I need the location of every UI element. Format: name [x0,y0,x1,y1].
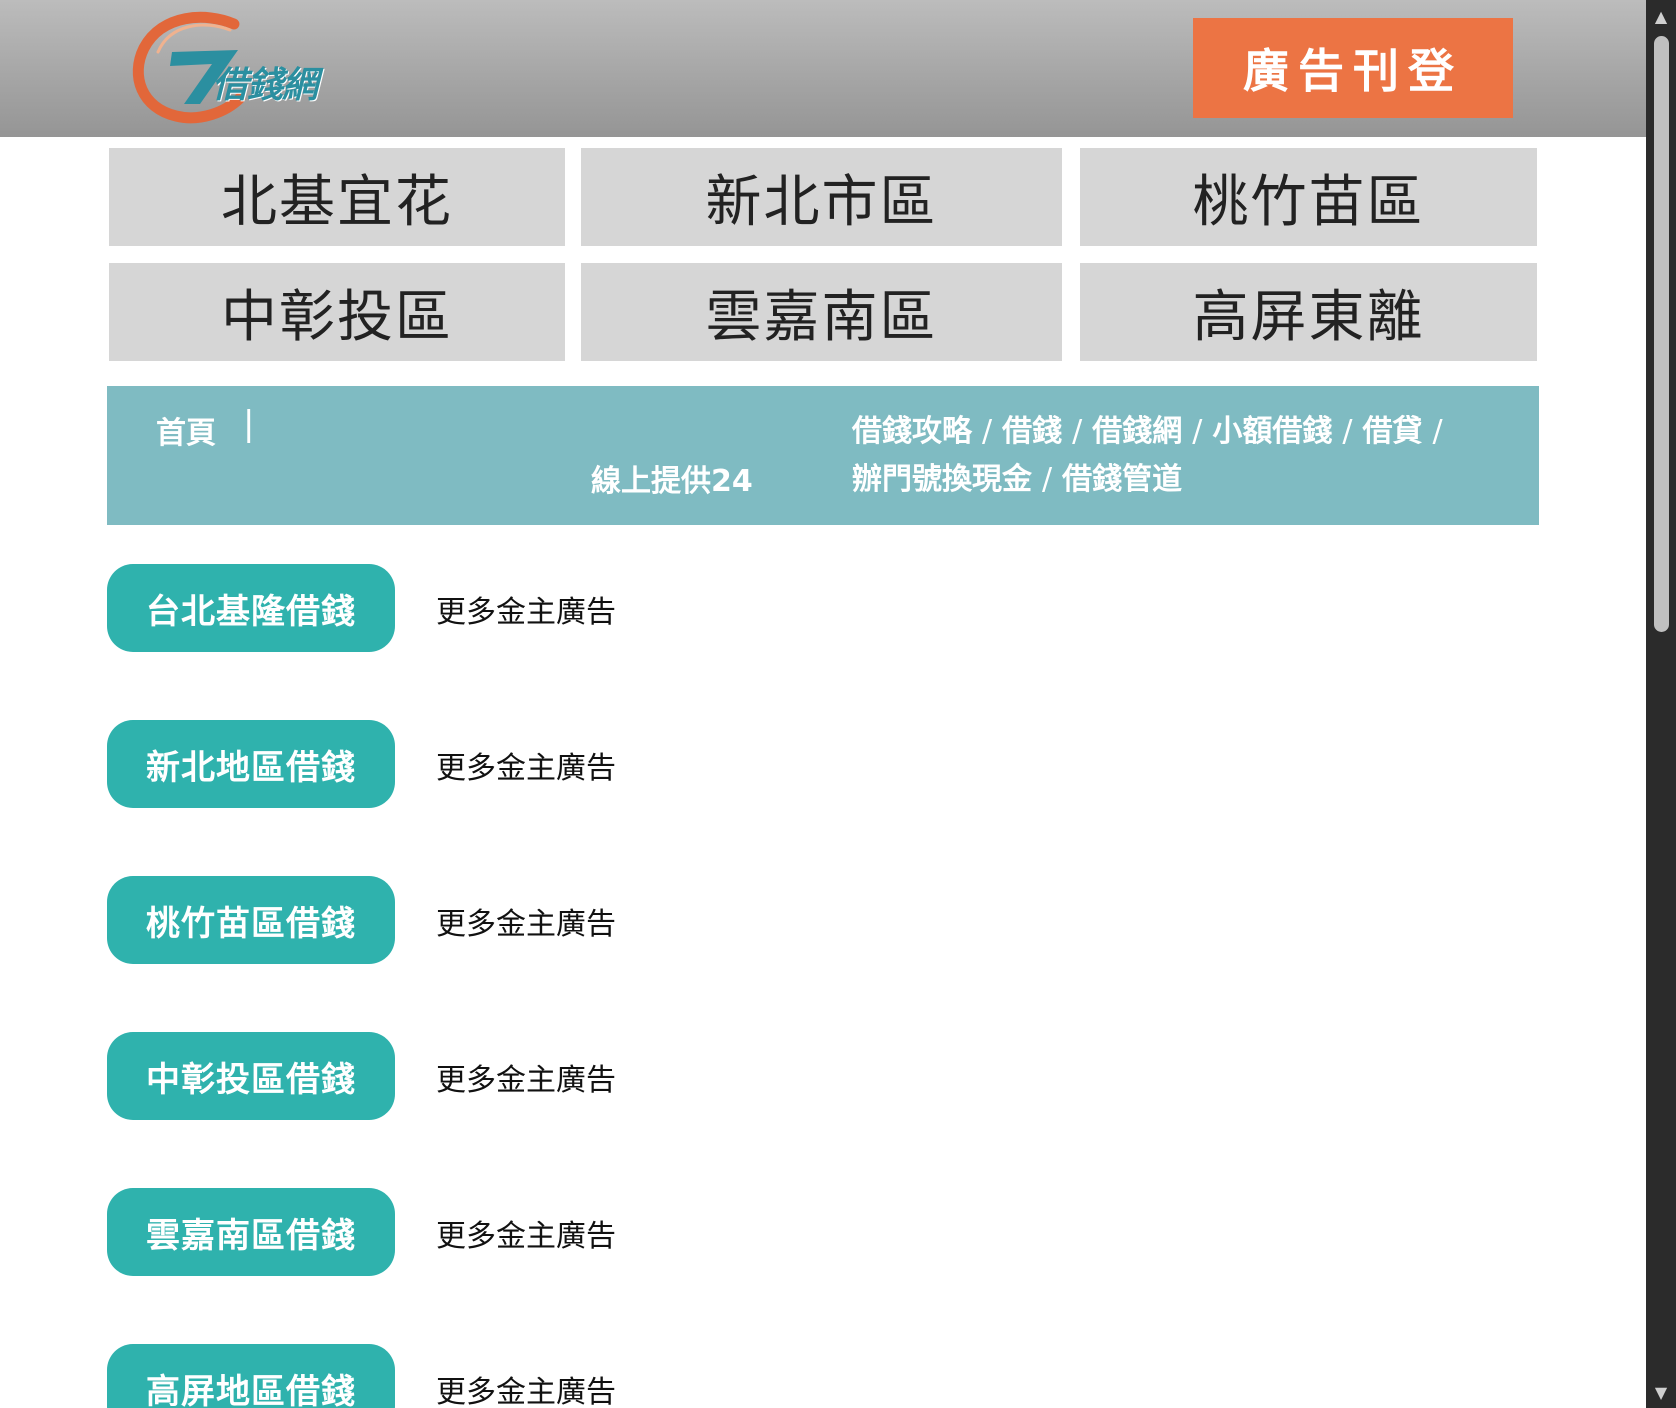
listing-button-kaohsiung-pingtung[interactable]: 高屏地區借錢 [107,1344,395,1408]
scroll-up-arrow-icon[interactable]: ▲ [1646,2,1676,30]
more-ads-link[interactable]: 更多金主廣告 [436,743,616,787]
link-separator: / [1342,414,1353,449]
link-separator: / [982,414,993,449]
keyword-link[interactable]: 借錢攻略 [852,414,972,449]
listing-button-taoyuan-hsinchu-miaoli[interactable]: 桃竹苗區借錢 [107,876,395,964]
listing-button-central[interactable]: 中彰投區借錢 [107,1032,395,1120]
more-ads-link[interactable]: 更多金主廣告 [436,1055,616,1099]
more-ads-link[interactable]: 更多金主廣告 [436,587,616,631]
region-tile-new-taipei[interactable]: 新北市區 [581,148,1062,246]
more-ads-link[interactable]: 更多金主廣告 [436,899,616,943]
listing-button-yunlin-chiayi-tainan[interactable]: 雲嘉南區借錢 [107,1188,395,1276]
page: 借錢網 廣告刊登 北基宜花 新北市區 桃竹苗區 中彰投區 雲嘉南區 高屏東離 首… [0,0,1646,1408]
breadcrumb-separator: | [243,404,255,444]
scroll-down-arrow-icon[interactable]: ▼ [1646,1378,1676,1406]
site-header: 借錢網 廣告刊登 [0,0,1646,137]
region-tile-north[interactable]: 北基宜花 [109,148,565,246]
keyword-link[interactable]: 借貸 [1362,414,1422,449]
keyword-links: 借錢攻略 / 借錢 / 借錢網 / 小額借錢 / 借貸 / 辦門號換現金 / 借錢管道 [852,408,1522,504]
vertical-scrollbar[interactable]: ▲ ▼ [1646,0,1676,1408]
breadcrumb-bar: 首頁 | 線上提供24 借錢攻略 / 借錢 / 借錢網 / 小額借錢 / 借貸 / 辦門號換現金 / 借… [107,386,1539,525]
ad-placement-button[interactable]: 廣告刊登 [1193,18,1513,118]
listing-button-new-taipei[interactable]: 新北地區借錢 [107,720,395,808]
more-ads-link[interactable]: 更多金主廣告 [436,1367,616,1408]
site-logo[interactable]: 借錢網 [130,8,380,128]
region-tile-taoyuan-hsinchu-miaoli[interactable]: 桃竹苗區 [1080,148,1537,246]
scrollbar-thumb[interactable] [1654,36,1669,632]
keyword-link[interactable]: 小額借錢 [1212,414,1332,449]
link-separator: / [1042,462,1053,497]
keyword-link[interactable]: 借錢網 [1092,414,1182,449]
home-link[interactable]: 首頁 [156,408,216,452]
link-separator: / [1192,414,1203,449]
region-tile-central[interactable]: 中彰投區 [109,263,565,361]
region-tile-south-east-islands[interactable]: 高屏東離 [1080,263,1537,361]
keyword-link[interactable]: 借錢管道 [1062,462,1182,497]
link-separator: / [1432,414,1443,449]
keyword-link[interactable]: 借錢 [1002,414,1062,449]
logo-text: 借錢網 [212,65,318,106]
listing-button-taipei-keelung[interactable]: 台北基隆借錢 [107,564,395,652]
online-service-text: 線上提供24 [591,464,753,499]
link-separator: / [1072,414,1083,449]
region-tile-yunlin-chiayi-tainan[interactable]: 雲嘉南區 [581,263,1062,361]
keyword-link[interactable]: 辦門號換現金 [852,462,1032,497]
more-ads-link[interactable]: 更多金主廣告 [436,1211,616,1255]
